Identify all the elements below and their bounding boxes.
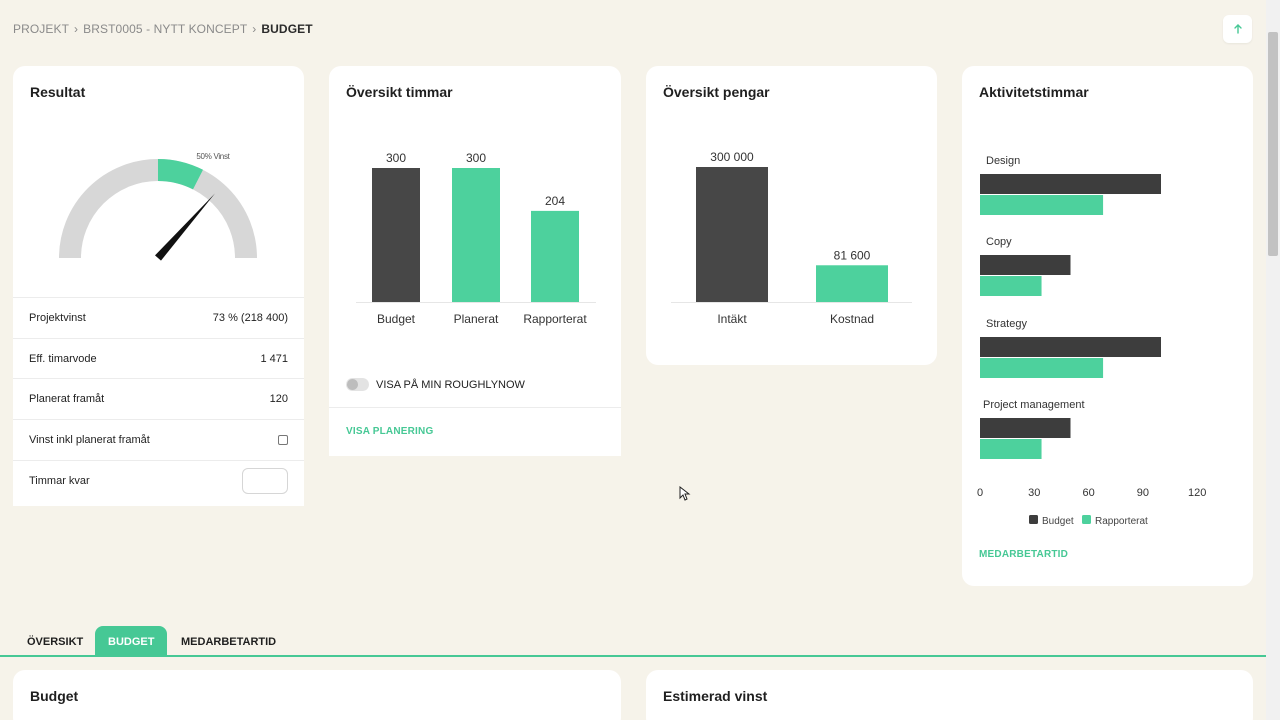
estimate-card: Estimerad vinst — [646, 670, 1253, 720]
budget-card: Budget — [13, 670, 621, 720]
breadcrumb-current: BUDGET — [261, 22, 313, 36]
breadcrumb-separator: › — [252, 22, 257, 36]
result-card: Resultat 50% Vinst Projektvinst 73 % (21… — [13, 66, 304, 506]
category-label: Rapporterat — [523, 312, 587, 326]
mouse-cursor-icon — [679, 486, 691, 501]
row-label: Timmar kvar — [29, 475, 90, 487]
timmar-kvar-input[interactable] — [242, 468, 288, 494]
money-overview-card: Översikt pengar 300 000 Intäkt 81 600 Kostn… — [646, 66, 937, 365]
medarbetartid-link[interactable]: MEDARBETARTID — [979, 549, 1068, 560]
legend-swatch — [1029, 515, 1038, 524]
legend-label: Rapporterat — [1095, 516, 1148, 527]
row-planerat-framat: Planerat framåt 120 — [13, 378, 304, 419]
page-scrollbar[interactable] — [1266, 0, 1280, 720]
bar-budget — [980, 418, 1071, 438]
row-vinst-inkl-planerat: Vinst inkl planerat framåt — [13, 419, 304, 460]
arrow-up-icon — [1233, 24, 1242, 34]
bar-value-label: 300 — [386, 151, 406, 165]
x-tick-label: 120 — [1188, 487, 1206, 499]
toggle-knob — [347, 379, 358, 390]
bar-rapporterat — [980, 276, 1042, 296]
row-value: 1 471 — [260, 353, 288, 365]
row-eff-timarvode: Eff. timarvode 1 471 — [13, 338, 304, 379]
category-label: Intäkt — [717, 312, 747, 326]
breadcrumb: PROJEKT › BRST0005 - NYTT KONCEPT › BUDG… — [13, 22, 313, 36]
hours-overview-card: Översikt timmar 300 Budget 300 Planerat 204 R… — [329, 66, 621, 456]
roughlynow-toggle-row[interactable]: VISA PÅ MIN ROUGHLYNOW — [346, 378, 525, 391]
category-label: Strategy — [986, 318, 1027, 330]
estimate-title: Estimerad vinst — [663, 688, 768, 704]
bar — [372, 168, 420, 302]
category-label: Copy — [986, 236, 1012, 248]
breadcrumb-projekt[interactable]: PROJEKT — [13, 22, 69, 36]
tab-bar: ÖVERSIKT BUDGET MEDARBETARTID — [0, 625, 1266, 657]
x-tick-label: 90 — [1137, 487, 1149, 499]
bar — [452, 168, 500, 302]
gauge-green-segment — [157, 158, 203, 190]
bar-value-label: 204 — [545, 194, 565, 208]
row-label: Vinst inkl planerat framåt — [29, 434, 150, 446]
bar-rapporterat — [980, 195, 1104, 215]
category-label: Design — [986, 155, 1020, 167]
tab-medarbetartid[interactable]: MEDARBETARTID — [168, 626, 289, 657]
category-label: Project management — [983, 399, 1085, 411]
bar-budget — [980, 174, 1161, 194]
activity-hours-card: Aktivitetstimmar Design Copy Strategy Proje… — [962, 66, 1253, 586]
gauge-track — [59, 159, 257, 259]
bar-budget — [980, 255, 1071, 275]
row-timmar-kvar: Timmar kvar — [13, 460, 304, 501]
tab-oversikt[interactable]: ÖVERSIKT — [14, 626, 96, 657]
category-label: Budget — [377, 312, 416, 326]
bar-value-label: 300 000 — [710, 150, 754, 164]
row-value: 73 % (218 400) — [212, 312, 288, 324]
gauge-needle — [155, 193, 215, 261]
legend-swatch — [1082, 515, 1091, 524]
legend-label: Budget — [1042, 516, 1074, 527]
bar-rapporterat — [980, 439, 1042, 459]
hours-bar-chart: 300 Budget 300 Planerat 204 Rapporterat — [356, 151, 596, 326]
x-tick-label: 0 — [977, 487, 983, 499]
vinst-inkl-planerat-checkbox[interactable] — [278, 435, 288, 445]
money-bar-chart: 300 000 Intäkt 81 600 Kostnad — [671, 150, 912, 326]
x-tick-label: 30 — [1028, 487, 1040, 499]
row-label: Projektvinst — [29, 312, 86, 324]
roughlynow-toggle[interactable] — [346, 378, 369, 391]
x-tick-label: 60 — [1082, 487, 1094, 499]
category-label: Planerat — [454, 312, 499, 326]
bar — [696, 167, 768, 302]
row-value: 120 — [269, 393, 288, 405]
gauge-label: 50% Vinst — [196, 152, 230, 161]
roughlynow-toggle-label: VISA PÅ MIN ROUGHLYNOW — [376, 378, 525, 391]
bar-value-label: 81 600 — [834, 248, 871, 262]
visa-planering-link[interactable]: VISA PLANERING — [346, 426, 433, 437]
scroll-top-button[interactable] — [1223, 15, 1252, 43]
profit-gauge: 50% Vinst — [59, 152, 257, 261]
breadcrumb-separator: › — [74, 22, 79, 36]
tab-budget[interactable]: BUDGET — [95, 626, 168, 657]
activity-hbar-chart: Design Copy Strategy Project management 0 30 6… — [977, 155, 1206, 527]
breadcrumb-project[interactable]: BRST0005 - NYTT KONCEPT — [83, 22, 247, 36]
bar — [531, 210, 579, 302]
category-label: Kostnad — [830, 312, 874, 326]
result-title: Resultat — [30, 84, 86, 100]
row-label: Planerat framåt — [29, 393, 105, 405]
scrollbar-thumb[interactable] — [1268, 32, 1278, 256]
bar — [816, 265, 888, 302]
divider — [329, 407, 621, 408]
row-label: Eff. timarvode — [29, 353, 97, 365]
budget-title: Budget — [30, 688, 79, 704]
bar-rapporterat — [980, 358, 1104, 378]
bar-budget — [980, 337, 1161, 357]
bar-value-label: 300 — [466, 151, 486, 165]
row-projektvinst: Projektvinst 73 % (218 400) — [13, 297, 304, 338]
